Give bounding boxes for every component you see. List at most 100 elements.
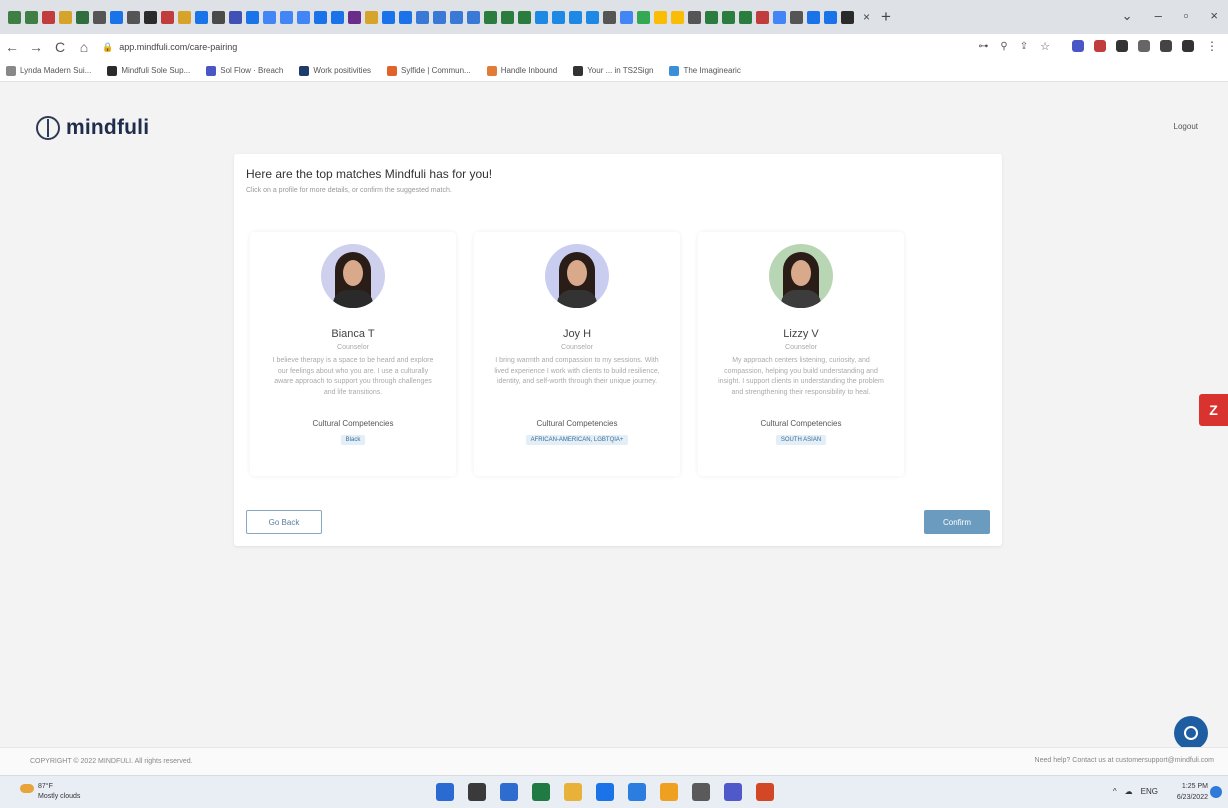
therapist-card[interactable]: Lizzy V Counselor My approach centers list…: [698, 232, 904, 476]
tab-favicon-icon[interactable]: [790, 10, 803, 24]
menu-icon[interactable]: ⋮: [1206, 39, 1218, 53]
close-window-icon[interactable]: ×: [1210, 8, 1218, 24]
tab-favicon-icon[interactable]: [212, 10, 225, 24]
share-icon[interactable]: ⇪: [1020, 41, 1028, 52]
tab-favicon-icon[interactable]: [8, 10, 21, 24]
bookmark-item[interactable]: Work positivities: [299, 65, 371, 76]
taskbar-app-icon[interactable]: [692, 783, 710, 801]
tab-favicon-icon[interactable]: [654, 10, 667, 24]
close-tab-icon[interactable]: ×: [863, 10, 870, 24]
tab-favicon-icon[interactable]: [501, 10, 514, 24]
tab-favicon-icon[interactable]: [195, 10, 208, 24]
support-contact-link[interactable]: Need help? Contact us at customersupport…: [1035, 757, 1214, 764]
tab-favicon-icon[interactable]: [416, 10, 429, 24]
tab-favicon-icon[interactable]: [739, 10, 752, 24]
minimize-icon[interactable]: –: [1155, 8, 1162, 24]
bookmark-item[interactable]: Sylfide | Commun...: [387, 65, 471, 76]
tab-favicon-icon[interactable]: [25, 10, 38, 24]
tab-favicon-icon[interactable]: [280, 10, 293, 24]
mindfuli-logo[interactable]: mindfuli: [36, 116, 149, 140]
tab-favicon-icon[interactable]: [348, 10, 361, 24]
home-icon[interactable]: ⌂: [72, 39, 96, 55]
tab-favicon-icon[interactable]: [688, 10, 701, 24]
bookmark-item[interactable]: Mindfuli Sole Sup...: [107, 65, 190, 76]
tab-favicon-icon[interactable]: [127, 10, 140, 24]
tab-favicon-icon[interactable]: [263, 10, 276, 24]
taskbar-app-icon[interactable]: [724, 783, 742, 801]
tab-favicon-icon[interactable]: [178, 10, 191, 24]
tab-favicon-icon[interactable]: [535, 10, 548, 24]
taskbar-app-icon[interactable]: [564, 783, 582, 801]
therapist-card[interactable]: Bianca T Counselor I believe therapy is a …: [250, 232, 456, 476]
tab-favicon-icon[interactable]: [705, 10, 718, 24]
bookmark-item[interactable]: Handle Inbound: [486, 65, 557, 76]
taskbar-app-icon[interactable]: [532, 783, 550, 801]
tab-favicon-icon[interactable]: [59, 10, 72, 24]
tray-chevron-icon[interactable]: ^: [1113, 787, 1117, 796]
tab-favicon-icon[interactable]: [637, 10, 650, 24]
taskbar-app-icon[interactable]: [436, 783, 454, 801]
tab-favicon-icon[interactable]: [229, 10, 242, 24]
confirm-button[interactable]: Confirm: [924, 510, 990, 534]
extension-icon[interactable]: [1182, 40, 1194, 52]
extension-icon[interactable]: [1116, 40, 1128, 52]
tab-search-icon[interactable]: ⌄: [1122, 8, 1133, 24]
tab-favicon-icon[interactable]: [518, 10, 531, 24]
tab-favicon-icon[interactable]: [246, 10, 259, 24]
tab-favicon-icon[interactable]: [824, 10, 837, 24]
taskbar-app-icon[interactable]: [660, 783, 678, 801]
tab-favicon-icon[interactable]: [586, 10, 599, 24]
chat-support-button[interactable]: [1174, 716, 1208, 750]
tab-favicon-icon[interactable]: [841, 10, 854, 24]
tab-favicon-icon[interactable]: [807, 10, 820, 24]
extension-icon[interactable]: [1094, 40, 1106, 52]
taskbar-app-icon[interactable]: [756, 783, 774, 801]
taskbar-app-icon[interactable]: [468, 783, 486, 801]
tab-favicon-icon[interactable]: [433, 10, 446, 24]
weather-widget[interactable]: 87°F Mostly clouds: [38, 782, 80, 802]
url-input[interactable]: 🔒 app.mindfuli.com/care-pairing: [102, 37, 982, 57]
forward-icon[interactable]: →: [24, 39, 48, 55]
tab-favicon-icon[interactable]: [552, 10, 565, 24]
tab-favicon-icon[interactable]: [620, 10, 633, 24]
tab-favicon-icon[interactable]: [76, 10, 89, 24]
zoom-icon[interactable]: ⚲: [1000, 41, 1007, 52]
taskbar-clock[interactable]: 1:25 PM 6/23/2022: [1177, 781, 1208, 803]
taskbar-app-icon[interactable]: [500, 783, 518, 801]
notification-icon[interactable]: [1210, 786, 1222, 798]
back-icon[interactable]: ←: [0, 39, 24, 55]
extension-icon[interactable]: [1072, 40, 1084, 52]
tab-favicon-icon[interactable]: [331, 10, 344, 24]
language-indicator[interactable]: ENG: [1141, 787, 1158, 796]
side-widget-tab[interactable]: Z: [1199, 394, 1228, 426]
extension-icon[interactable]: [1138, 40, 1150, 52]
bookmark-item[interactable]: Sol Flow · Breach: [206, 65, 283, 76]
taskbar-app-icon[interactable]: [628, 783, 646, 801]
new-tab-button[interactable]: +: [881, 7, 891, 27]
network-icon[interactable]: ☁: [1125, 787, 1133, 796]
tab-favicon-icon[interactable]: [399, 10, 412, 24]
bookmark-item[interactable]: Lynda Madern Sui...: [6, 65, 91, 76]
extension-icon[interactable]: [1160, 40, 1172, 52]
bookmark-item[interactable]: Your ... in TS2Sign: [573, 65, 653, 76]
tab-favicon-icon[interactable]: [773, 10, 786, 24]
taskbar-app-icon[interactable]: [596, 783, 614, 801]
tab-favicon-icon[interactable]: [569, 10, 582, 24]
restore-icon[interactable]: ▫: [1184, 8, 1189, 24]
bookmark-star-icon[interactable]: ☆: [1040, 40, 1050, 53]
tab-favicon-icon[interactable]: [756, 10, 769, 24]
tab-favicon-icon[interactable]: [450, 10, 463, 24]
tab-favicon-icon[interactable]: [671, 10, 684, 24]
tab-favicon-icon[interactable]: [484, 10, 497, 24]
tab-favicon-icon[interactable]: [365, 10, 378, 24]
tab-favicon-icon[interactable]: [161, 10, 174, 24]
tab-favicon-icon[interactable]: [722, 10, 735, 24]
tab-favicon-icon[interactable]: [603, 10, 616, 24]
tab-favicon-icon[interactable]: [144, 10, 157, 24]
reload-icon[interactable]: C: [48, 39, 72, 55]
tab-favicon-icon[interactable]: [93, 10, 106, 24]
tab-favicon-icon[interactable]: [382, 10, 395, 24]
tab-favicon-icon[interactable]: [42, 10, 55, 24]
go-back-button[interactable]: Go Back: [246, 510, 322, 534]
tab-favicon-icon[interactable]: [110, 10, 123, 24]
